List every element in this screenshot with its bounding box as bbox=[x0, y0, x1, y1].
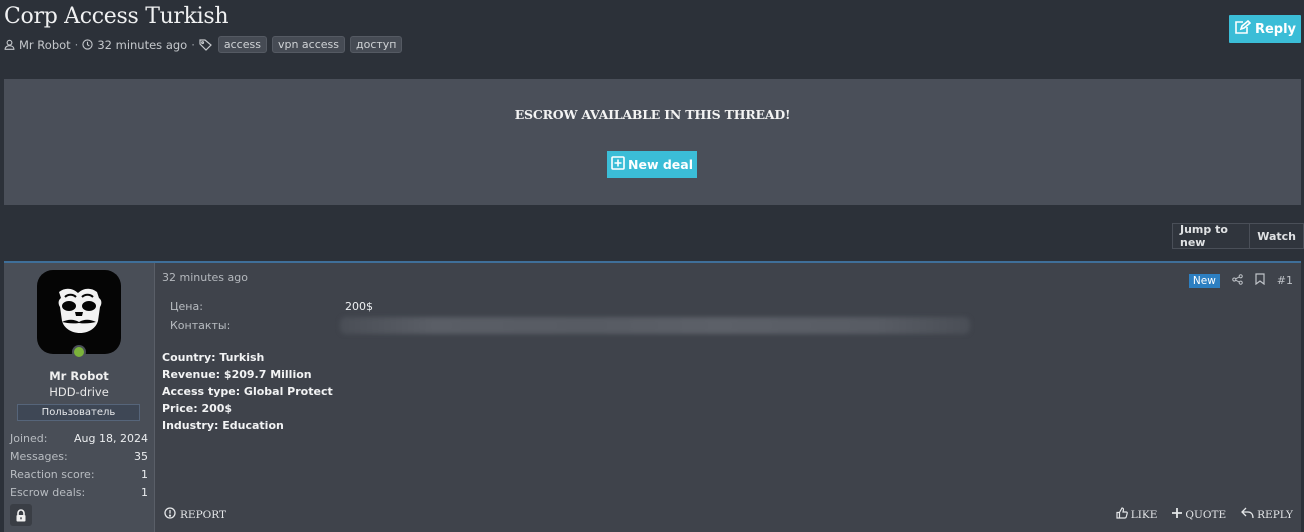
post-date[interactable]: 32 minutes ago bbox=[162, 271, 248, 284]
stat-escrow-deals: Escrow deals: 1 bbox=[10, 484, 148, 502]
new-deal-label: New deal bbox=[628, 157, 693, 172]
jump-to-new-button[interactable]: Jump to new bbox=[1173, 223, 1249, 249]
escrow-title: ESCROW AVAILABLE IN THIS THREAD! bbox=[514, 107, 791, 122]
thread-title: Corp Access Turkish bbox=[4, 4, 229, 29]
content-line: Price: 200$ bbox=[162, 402, 233, 415]
blurred-contacts bbox=[340, 317, 970, 334]
content-line: Access type: Global Protect bbox=[162, 385, 333, 398]
post-actions: LIKE QUOTE REPLY bbox=[1116, 507, 1293, 522]
user-info: Mr Robot HDD-drive Пользователь Joined: … bbox=[4, 263, 155, 532]
stat-key: Joined: bbox=[10, 432, 48, 445]
edit-icon bbox=[1234, 19, 1252, 39]
separator: · bbox=[74, 37, 79, 52]
post-footer: REPORT LIKE QUOTE REPLY bbox=[162, 507, 1301, 523]
user-banner: Пользователь bbox=[17, 404, 140, 421]
clock-icon bbox=[82, 39, 93, 50]
plus-square-icon bbox=[611, 156, 625, 173]
post: Mr Robot HDD-drive Пользователь Joined: … bbox=[4, 261, 1301, 532]
lock-icon[interactable] bbox=[10, 504, 32, 526]
author-link[interactable]: Mr Robot bbox=[19, 38, 71, 52]
thread-time[interactable]: 32 minutes ago bbox=[97, 38, 187, 52]
reply-button-label: Reply bbox=[1254, 21, 1297, 37]
mask-icon bbox=[58, 288, 102, 333]
like-label: LIKE bbox=[1130, 508, 1158, 521]
post-content: Country: Turkish Revenue: $209.7 Million… bbox=[162, 349, 333, 434]
separator: · bbox=[191, 37, 195, 52]
stat-joined: Joined: Aug 18, 2024 bbox=[10, 430, 148, 448]
thread-actions: Jump to new Watch bbox=[1172, 223, 1304, 249]
stat-value: 1 bbox=[141, 486, 148, 499]
stat-messages: Messages: 35 bbox=[10, 448, 148, 466]
quote-label: QUOTE bbox=[1185, 508, 1227, 521]
custom-fields: Цена: 200$ Контакты: bbox=[170, 297, 970, 335]
stat-value: Aug 18, 2024 bbox=[74, 432, 148, 445]
user-stats: Joined: Aug 18, 2024 Messages: 35 Reacti… bbox=[10, 430, 148, 502]
post-number[interactable]: #1 bbox=[1277, 274, 1293, 287]
tag-access[interactable]: access bbox=[217, 36, 267, 53]
escrow-banner: ESCROW AVAILABLE IN THIS THREAD! New dea… bbox=[4, 79, 1301, 205]
online-status-icon bbox=[72, 345, 86, 359]
report-label: REPORT bbox=[180, 508, 226, 521]
stat-reaction-score: Reaction score: 1 bbox=[10, 466, 148, 484]
tags-icon bbox=[199, 38, 213, 51]
alert-circle-icon bbox=[164, 507, 176, 522]
report-button[interactable]: REPORT bbox=[164, 507, 226, 522]
reply-button[interactable]: Reply bbox=[1229, 15, 1301, 43]
quote-button[interactable]: QUOTE bbox=[1172, 507, 1226, 522]
reply-post-label: REPLY bbox=[1257, 508, 1293, 521]
post-body: 32 minutes ago New #1 Цена: 200$ Контакт… bbox=[162, 263, 1301, 532]
content-line: Industry: Education bbox=[162, 419, 284, 432]
content-line: Revenue: $209.7 Million bbox=[162, 368, 312, 381]
new-deal-button[interactable]: New deal bbox=[607, 151, 697, 178]
content-line: Country: Turkish bbox=[162, 351, 265, 364]
thumbs-up-icon bbox=[1116, 507, 1128, 522]
like-button[interactable]: LIKE bbox=[1116, 507, 1158, 522]
post-tools: New #1 bbox=[1188, 273, 1293, 288]
stat-key: Messages: bbox=[10, 450, 68, 463]
stat-key: Escrow deals: bbox=[10, 486, 86, 499]
user-title: HDD-drive bbox=[49, 385, 109, 399]
stat-value: 35 bbox=[134, 450, 148, 463]
tag-vpn-access[interactable]: vpn access bbox=[271, 36, 345, 53]
field-value: 200$ bbox=[345, 300, 373, 313]
plus-icon bbox=[1172, 508, 1183, 521]
field-contacts: Контакты: bbox=[170, 316, 970, 335]
share-icon[interactable] bbox=[1232, 273, 1243, 288]
tag-dostup[interactable]: доступ bbox=[349, 36, 403, 53]
field-key: Цена: bbox=[170, 300, 203, 313]
watch-button[interactable]: Watch bbox=[1249, 224, 1303, 248]
username[interactable]: Mr Robot bbox=[4, 369, 154, 383]
stat-value: 1 bbox=[141, 468, 148, 481]
field-price: Цена: 200$ bbox=[170, 297, 970, 316]
stat-key: Reaction score: bbox=[10, 468, 95, 481]
bookmark-icon[interactable] bbox=[1255, 273, 1265, 288]
new-badge: New bbox=[1188, 273, 1220, 288]
avatar[interactable] bbox=[37, 270, 121, 354]
thread-meta: Mr Robot · 32 minutes ago · access vpn a… bbox=[4, 36, 403, 53]
user-icon bbox=[4, 39, 15, 50]
reply-post-button[interactable]: REPLY bbox=[1241, 507, 1293, 522]
field-key: Контакты: bbox=[170, 319, 231, 332]
reply-arrow-icon bbox=[1241, 507, 1254, 522]
